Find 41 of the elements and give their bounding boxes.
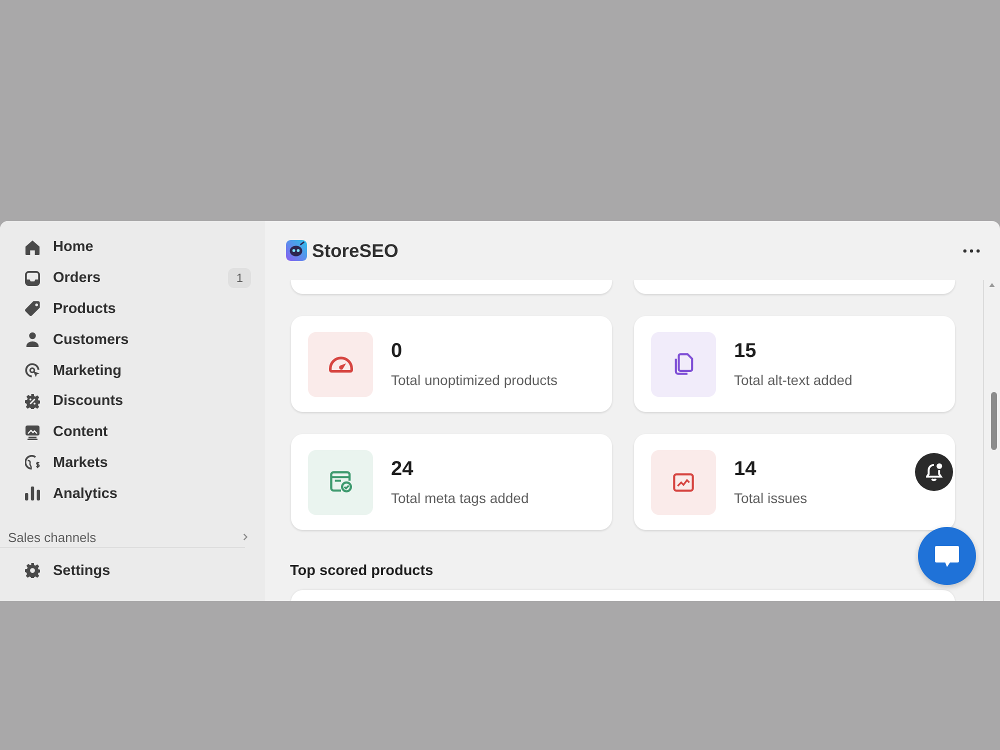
monitor-icon [25,424,40,440]
settings-icon [25,563,40,578]
section-heading: Top scored products [290,562,434,580]
scroll-up-arrow-icon[interactable] [989,283,995,287]
bar-chart-icon [25,486,40,502]
tag-icon [25,301,40,316]
count-badge: 1 [228,268,251,288]
discount-badge-icon [25,394,40,409]
stat-label: Total unoptimized products [391,371,558,389]
scrollbar-thumb[interactable] [990,392,996,450]
sales-channels-toggle[interactable]: Sales channels [0,527,265,548]
sidebar-item[interactable]: Marketing [0,355,265,386]
sidebar-item[interactable]: Home [0,232,265,263]
sidebar-item[interactable]: Customers [0,324,265,356]
stat-value: 14 [734,457,756,481]
target-icon [25,363,40,378]
sidebar-item[interactable]: Products [0,294,265,324]
stat-label: Total issues [734,489,808,507]
more-icon [963,248,980,252]
home-icon [25,240,40,255]
robot-logo-icon [286,240,307,261]
stat-value: 0 [391,339,402,363]
sidebar-item[interactable]: Settings [0,555,265,586]
globe-dollar-icon [25,455,40,470]
stat-value: 15 [734,339,756,363]
sidebar-item[interactable]: Analytics [0,478,265,510]
app-title: StoreSEO [312,240,398,262]
sidebar-item[interactable]: Discounts [0,386,265,417]
person-icon [25,332,40,348]
scrollbar-track[interactable] [983,280,1000,601]
stat-label: Total alt-text added [734,371,852,389]
chat-button[interactable] [918,527,976,585]
sidebar-item[interactable]: Markets [0,448,265,478]
bell-icon [926,462,942,482]
chat-bubble-icon [935,546,959,566]
chevron-icon [243,533,248,542]
stat-value: 24 [391,457,414,481]
sidebar-item[interactable]: Orders 1 [0,262,265,294]
stat-label: Total meta tags added [391,489,529,507]
sidebar-item[interactable]: Content [0,416,265,448]
inbox-icon [25,270,40,286]
